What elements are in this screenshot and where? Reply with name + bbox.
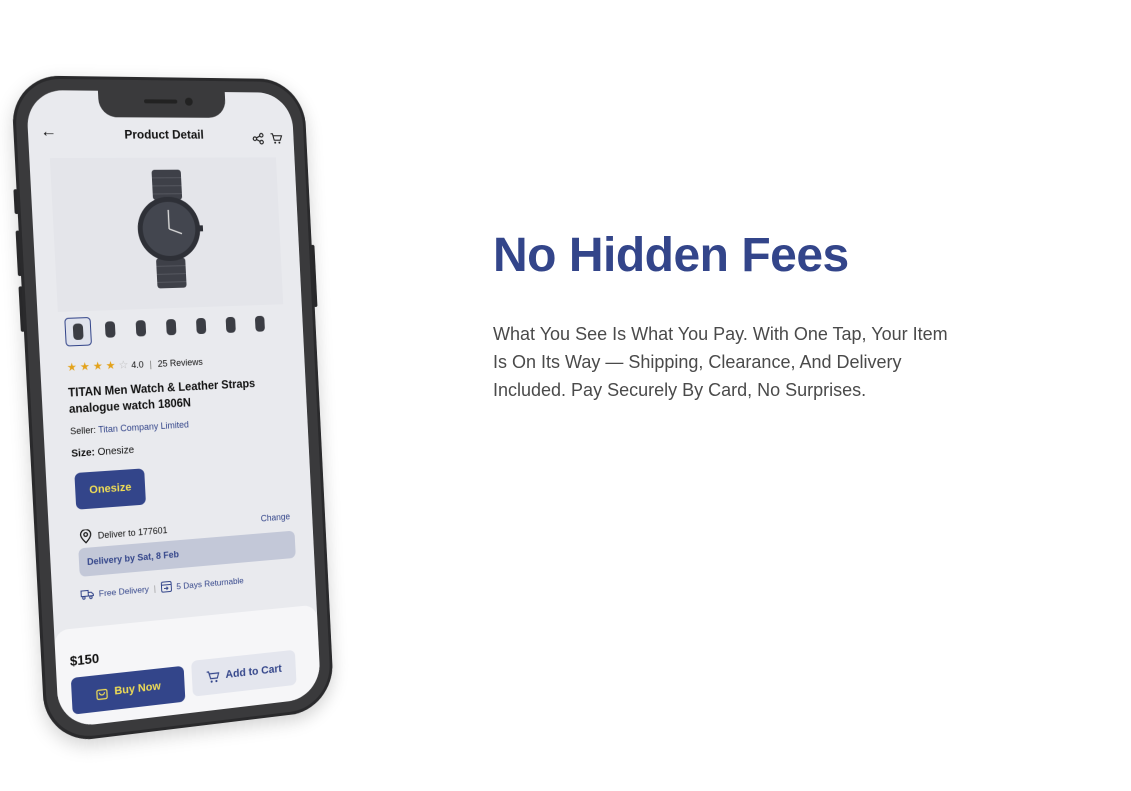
add-to-cart-button[interactable]: Add to Cart	[191, 649, 297, 697]
deliver-to-text: Deliver to 177601	[97, 525, 168, 541]
cart-icon	[206, 669, 220, 683]
cart-icon[interactable]	[270, 132, 283, 150]
product-image[interactable]	[49, 157, 284, 312]
deliver-to-row: Deliver to 177601	[79, 523, 168, 544]
separator: |	[149, 358, 153, 369]
notch	[97, 90, 227, 118]
returnable-text: 5 Days Returnable	[176, 574, 244, 591]
size-label: Size:	[71, 447, 96, 460]
rating-value: 4.0	[131, 358, 144, 370]
thumbnail[interactable]	[64, 316, 92, 347]
free-delivery-text: Free Delivery	[98, 583, 150, 599]
size-option-button[interactable]: Onesize	[74, 468, 146, 510]
return-box-icon	[161, 581, 172, 593]
buy-now-label: Buy Now	[114, 680, 162, 698]
thumbnail[interactable]	[158, 313, 184, 341]
review-count[interactable]: 25 Reviews	[157, 356, 203, 368]
rating-row: ★ ★ ★ ★ ☆ 4.0 | 25 Reviews	[67, 355, 204, 374]
star-icon: ★	[92, 360, 104, 373]
size-value: Onesize	[97, 444, 135, 459]
thumbnail[interactable]	[218, 311, 243, 339]
speaker	[143, 99, 178, 104]
change-link[interactable]: Change	[260, 511, 290, 523]
share-icon[interactable]	[252, 132, 264, 150]
phone-screen: ← Product Detail ★ ★ ★ ★ ☆ 4.0 | 25 Revi…	[25, 89, 322, 729]
star-icon: ★	[79, 360, 91, 374]
thumbnail[interactable]	[128, 314, 154, 342]
shopping-bag-icon	[96, 686, 109, 700]
front-camera	[184, 97, 193, 106]
location-pin-icon	[79, 529, 92, 544]
truck-icon	[80, 588, 94, 599]
seller-link[interactable]: Titan Company Limited	[98, 419, 189, 434]
delivery-date: Delivery by Sat, 8 Feb	[86, 549, 180, 568]
thumbnail-strip	[64, 310, 272, 347]
product-name: TITAN Men Watch & Leather Straps analogu…	[67, 378, 256, 417]
phone-mockup: ← Product Detail ★ ★ ★ ★ ☆ 4.0 | 25 Revi…	[10, 75, 335, 745]
product-price: $150	[69, 650, 100, 669]
buy-now-button[interactable]: Buy Now	[70, 665, 186, 715]
star-icon: ★	[105, 359, 116, 373]
size-row: Size: Onesize	[71, 445, 134, 460]
delivery-perks: Free Delivery | 5 Days Returnable	[80, 574, 244, 600]
watch-image	[136, 169, 204, 289]
seller-row: Seller: Titan Company Limited	[70, 419, 189, 436]
thumbnail[interactable]	[248, 310, 272, 337]
marketing-headline: No Hidden Fees	[493, 229, 849, 282]
add-to-cart-label: Add to Cart	[225, 662, 283, 681]
star-icon: ★	[66, 361, 78, 375]
thumbnail[interactable]	[188, 312, 214, 340]
marketing-body: What You See Is What You Pay. With One T…	[493, 324, 948, 400]
seller-label: Seller:	[69, 424, 97, 437]
separator: |	[153, 582, 157, 593]
thumbnail[interactable]	[97, 315, 123, 344]
star-outline-icon: ☆	[118, 359, 129, 372]
